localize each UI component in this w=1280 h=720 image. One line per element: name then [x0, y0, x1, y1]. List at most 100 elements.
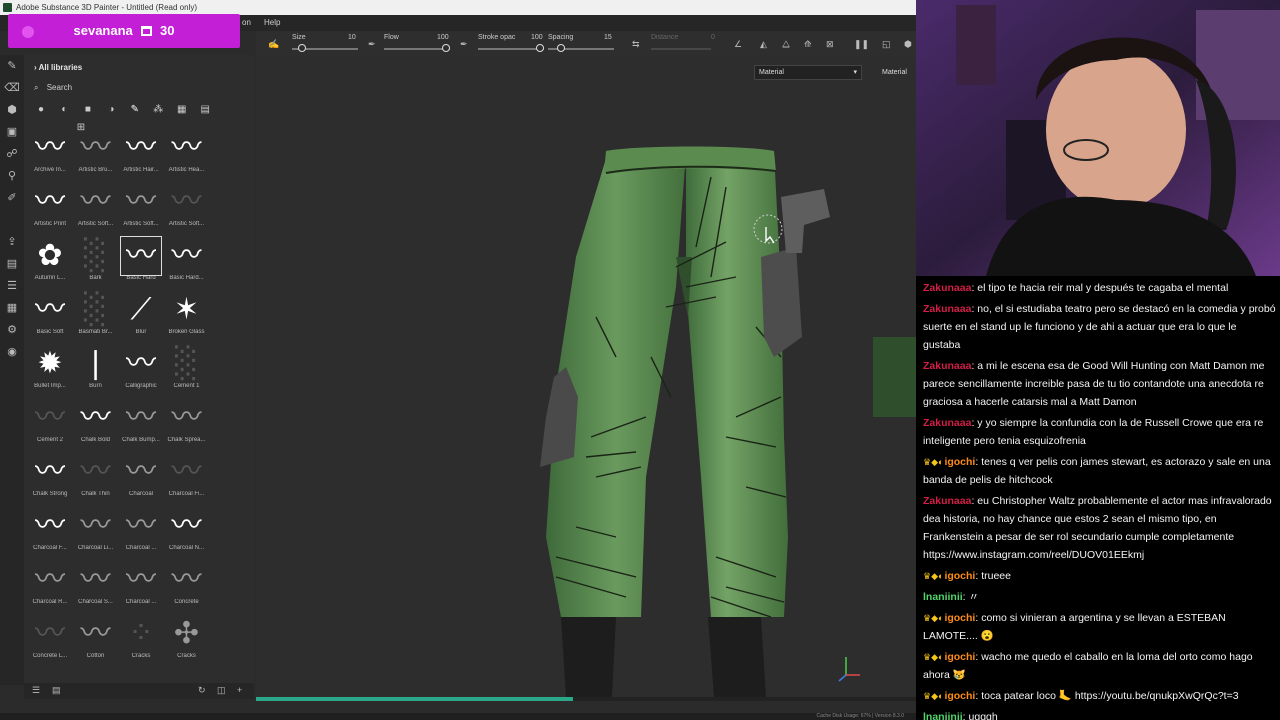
view-cube-icon[interactable]: ⬢	[904, 39, 912, 50]
brush-item[interactable]: ✣ Cracks	[165, 615, 209, 669]
brush-item[interactable]: 〰 Concrete	[165, 561, 209, 615]
brush-item[interactable]: ⁘ Cracks	[119, 615, 163, 669]
brush-item[interactable]: 〰 Artistic Soft...	[165, 183, 209, 237]
flow-slider-handle[interactable]	[442, 44, 450, 52]
brush-item[interactable]: ✹ Bullet Imp...	[28, 345, 72, 399]
filter-icon[interactable]: ▤	[52, 685, 61, 696]
new-folder-icon[interactable]: ◫	[217, 685, 226, 696]
search-input[interactable]: Search	[47, 83, 72, 92]
brush-item[interactable]: 〰 Concrete L...	[28, 615, 72, 669]
brush-item[interactable]: 〰 Charcoal Li...	[74, 507, 118, 561]
menu-item-help[interactable]: Help	[264, 15, 280, 31]
brush-item[interactable]: ░ Cement 1	[165, 345, 209, 399]
brush-item[interactable]: 〰 Charcoal N...	[165, 507, 209, 561]
chat-username[interactable]: Zakunaaa	[923, 303, 971, 315]
brush-item[interactable]: 〰 Calligraphic	[119, 345, 163, 399]
chat-username[interactable]: lnaniinii	[923, 591, 963, 603]
display-mode-icon[interactable]: ◱	[882, 39, 891, 50]
texture-set-icon[interactable]: ▦	[0, 297, 24, 319]
color-picker-icon[interactable]: ✐	[0, 187, 24, 209]
mirror-icon[interactable]: ⟰	[804, 39, 812, 50]
chat-username[interactable]: Zakunaaa	[923, 417, 971, 429]
symmetry-axis-icon[interactable]: ⧋	[782, 39, 790, 50]
stroke-opacity-slider-handle[interactable]	[536, 44, 544, 52]
chat-username[interactable]: Zakunaaa	[923, 282, 971, 294]
brush-item[interactable]: 〰 Artistic Hea...	[165, 129, 209, 183]
layers-icon[interactable]: ☰	[0, 275, 24, 297]
symmetry-icon[interactable]: ◭	[760, 39, 767, 50]
brush-item[interactable]: 〰 Basic Hard	[119, 236, 163, 291]
pause-icon[interactable]: ❚❚	[854, 39, 869, 50]
smudge-icon[interactable]: ☍	[0, 143, 24, 165]
pen-pressure-icon[interactable]: ✒	[368, 39, 376, 50]
brush-item[interactable]: 〰 Artistic Hair...	[119, 129, 163, 183]
brush-item[interactable]: 〰 Artistic Soft...	[119, 183, 163, 237]
brushes-filter-icon[interactable]: ✎	[128, 103, 142, 117]
symmetry-off-icon[interactable]: ⊠	[826, 39, 834, 50]
spacing-value[interactable]: 15	[604, 34, 612, 41]
list-view-icon[interactable]: ☰	[32, 685, 40, 696]
brush-item[interactable]: ░ Bark	[74, 237, 118, 291]
brush-item[interactable]: 〰 Cement 2	[28, 399, 72, 453]
angle-icon[interactable]: ∠	[734, 39, 742, 50]
brush-item[interactable]: ░ Basmati Br...	[74, 291, 118, 345]
flow-value[interactable]: 100	[437, 34, 449, 41]
brush-item[interactable]: 〰 Basic Soft	[28, 291, 72, 345]
clone-stamp-icon[interactable]: ⚲	[0, 165, 24, 187]
brush-item[interactable]: 〰 Charcoal	[119, 453, 163, 507]
brush-item[interactable]: ✿ Autumn L...	[28, 237, 72, 291]
smart-masks-filter-icon[interactable]: ◑	[104, 103, 118, 117]
flow-pressure-icon[interactable]: ✒	[460, 39, 468, 50]
stroke-opacity-value[interactable]: 100	[531, 34, 543, 41]
brush-item[interactable]: 〰 Archive In...	[28, 129, 72, 183]
chat-username[interactable]: igochi	[944, 612, 975, 624]
chat-username[interactable]: lnaniinii	[923, 711, 963, 720]
brush-item[interactable]: 〰 Charcoal ...	[119, 507, 163, 561]
brush-item[interactable]: 〰 Basic Hard...	[165, 237, 209, 291]
brush-item[interactable]: ❘ Burn	[74, 345, 118, 399]
brush-item[interactable]: 〰 Chalk Strong	[28, 453, 72, 507]
flow-slider[interactable]	[384, 48, 450, 50]
brush-item[interactable]: 〰 Chalk Bump...	[119, 399, 163, 453]
search-field[interactable]: ⌕ Search	[34, 83, 72, 93]
brush-item[interactable]: 〰 Cotton	[74, 615, 118, 669]
brush-item[interactable]: 〰 Chalk Sprea...	[165, 399, 209, 453]
brush-item[interactable]: 〰 Charcoal S...	[74, 561, 118, 615]
pants-model[interactable]	[256, 57, 916, 697]
3d-viewport[interactable]	[256, 57, 916, 697]
grid-filter-icon[interactable]: ▦	[175, 103, 189, 117]
projection-icon[interactable]: ⬢	[0, 99, 24, 121]
shelf-icon[interactable]: ▤	[0, 253, 24, 275]
brush-preset-icon[interactable]: ✍	[268, 39, 279, 50]
smart-materials-filter-icon[interactable]: ◐	[57, 103, 71, 117]
chat-username[interactable]: igochi	[944, 456, 975, 468]
refresh-icon[interactable]: ↻	[198, 685, 206, 696]
brush-item[interactable]: 〰 Chalk Thin	[74, 453, 118, 507]
menu-item-window[interactable]: on	[242, 15, 251, 31]
textures-filter-icon[interactable]: ■	[81, 103, 95, 117]
lazy-mouse-icon[interactable]: ⇆	[632, 39, 640, 50]
camera-icon[interactable]: ◉	[0, 341, 24, 363]
brush-item[interactable]: 〰 Charcoal F...	[28, 507, 72, 561]
add-icon[interactable]: +	[237, 685, 242, 695]
stroke-opacity-slider[interactable]	[478, 48, 544, 50]
brush-item[interactable]: ✶ Broken Glass	[165, 291, 209, 345]
environments-filter-icon[interactable]: ▤	[198, 103, 212, 117]
material-label[interactable]: Material	[882, 65, 907, 80]
brush-item[interactable]: 〰 Charcoal R...	[28, 561, 72, 615]
chevron-right-icon[interactable]: ›	[34, 63, 37, 72]
material-dropdown[interactable]: Material ▾	[754, 65, 862, 80]
eraser-icon[interactable]: ⌫	[0, 77, 24, 99]
paint-brush-icon[interactable]: ✎	[0, 55, 24, 77]
brush-item[interactable]: 〰 Artistic Print	[28, 183, 72, 237]
spacing-slider-handle[interactable]	[556, 44, 565, 52]
size-value[interactable]: 10	[348, 34, 356, 41]
chat-username[interactable]: igochi	[944, 651, 975, 663]
polygon-fill-icon[interactable]: ▣	[0, 121, 24, 143]
display-settings-icon[interactable]: ⚙	[0, 319, 24, 341]
chat-username[interactable]: igochi	[944, 570, 975, 582]
size-slider-handle[interactable]	[297, 44, 306, 52]
brush-item[interactable]: 〰 Artistic Soft...	[74, 183, 118, 237]
assets-icon[interactable]: ⇪	[0, 231, 24, 253]
chat-username[interactable]: igochi	[944, 690, 975, 702]
